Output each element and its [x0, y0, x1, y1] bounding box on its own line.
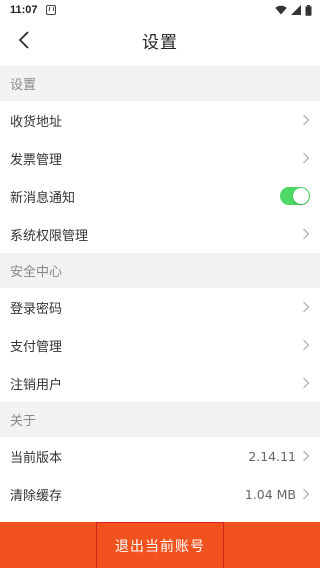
status-right [275, 4, 312, 16]
row-clear-cache[interactable]: 清除缓存 1.04 MB [0, 475, 320, 513]
notification-icon [45, 5, 56, 15]
chevron-right-icon [303, 114, 310, 126]
row-label: 新消息通知 [10, 190, 76, 206]
section-header-settings: 设置 [0, 66, 320, 101]
cache-size-value: 1.04 MB [244, 486, 296, 502]
row-label: 收货地址 [10, 114, 63, 130]
row-right [302, 114, 310, 126]
row-login-password[interactable]: 登录密码 [0, 288, 320, 326]
row-label: 系统权限管理 [10, 228, 89, 244]
row-right [302, 228, 310, 240]
row-label: 登录密码 [10, 301, 63, 317]
row-right [280, 187, 310, 205]
version-value: 2.14.11 [248, 448, 296, 464]
row-label: 注销用户 [10, 377, 63, 393]
chevron-right-icon [303, 152, 310, 164]
row-current-version[interactable]: 当前版本 2.14.11 [0, 437, 320, 475]
status-bar: 11:07 [0, 0, 320, 20]
toggle-knob [293, 188, 309, 204]
battery-icon [305, 4, 312, 16]
notification-toggle[interactable] [280, 187, 310, 205]
row-right: 1.04 MB [245, 487, 310, 502]
chevron-right-icon [303, 450, 310, 462]
chevron-right-icon [303, 339, 310, 351]
status-left: 11:07 [10, 4, 56, 16]
status-time: 11:07 [10, 4, 38, 16]
row-right [302, 377, 310, 389]
row-payment-management[interactable]: 支付管理 [0, 326, 320, 364]
back-button[interactable] [10, 26, 38, 54]
row-shipping-address[interactable]: 收货地址 [0, 101, 320, 139]
row-right [302, 339, 310, 351]
logout-bar: 退出当前账号 [0, 522, 320, 568]
row-label: 清除缓存 [10, 488, 63, 504]
navigation-bar: 设置 [0, 20, 320, 60]
row-system-permissions[interactable]: 系统权限管理 [0, 215, 320, 253]
row-label: 当前版本 [10, 450, 63, 466]
row-label: 支付管理 [10, 339, 63, 355]
chevron-right-icon [303, 301, 310, 313]
section-header-about: 关于 [0, 402, 320, 437]
row-invoice-management[interactable]: 发票管理 [0, 139, 320, 177]
wifi-icon [275, 5, 287, 15]
row-new-message-notification: 新消息通知 [0, 177, 320, 215]
row-label: 发票管理 [10, 152, 63, 168]
chevron-right-icon [303, 377, 310, 389]
page-title: 设置 [142, 32, 178, 53]
row-right: 2.14.11 [248, 449, 310, 464]
row-right [302, 301, 310, 313]
row-right [302, 152, 310, 164]
logout-button[interactable]: 退出当前账号 [96, 522, 224, 568]
row-deregister-user[interactable]: 注销用户 [0, 364, 320, 402]
back-arrow-icon [18, 31, 29, 49]
chevron-right-icon [303, 228, 310, 240]
signal-icon [291, 5, 301, 15]
section-header-security: 安全中心 [0, 253, 320, 288]
chevron-right-icon [303, 488, 310, 500]
